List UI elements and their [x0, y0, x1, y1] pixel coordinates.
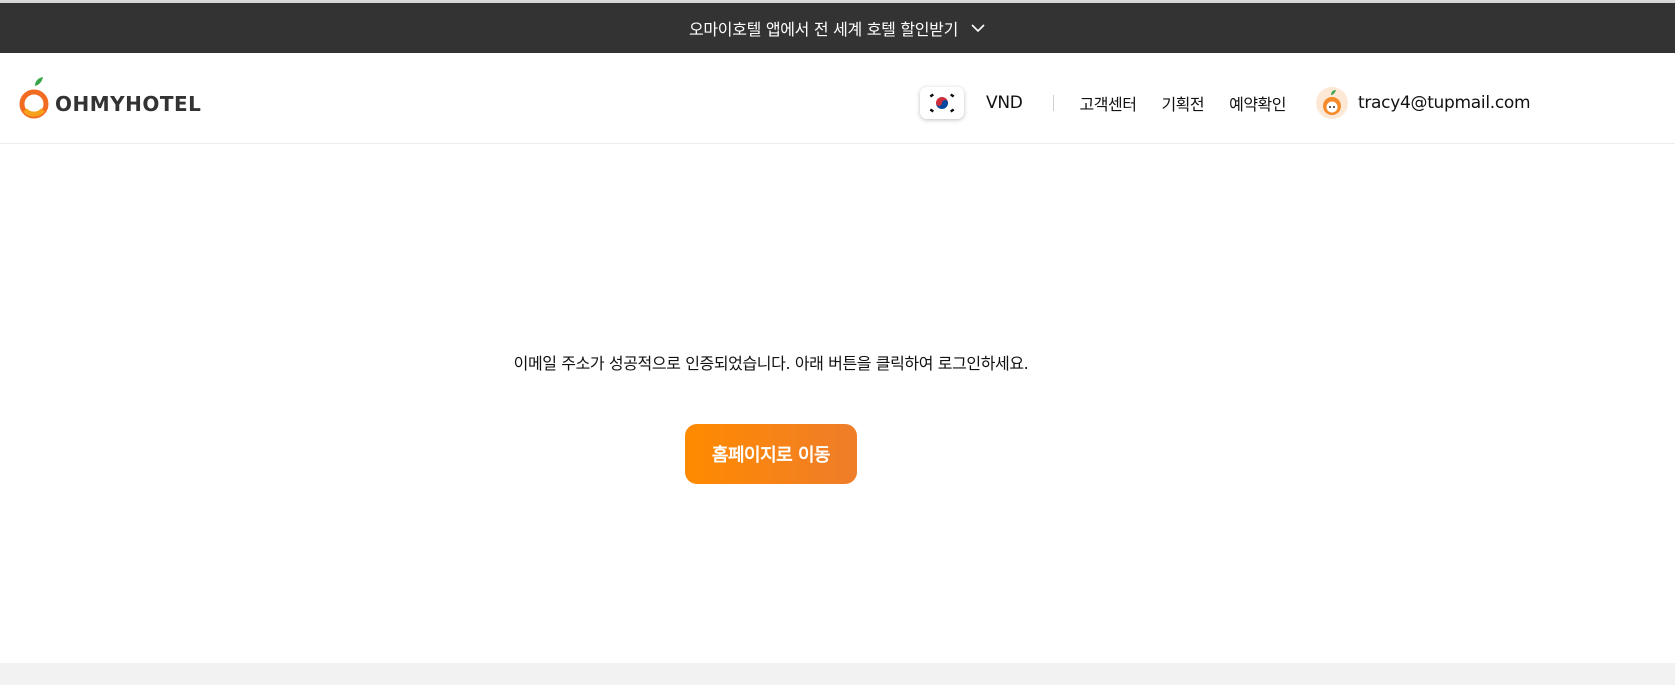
- nav-promotions[interactable]: 기획전: [1161, 91, 1204, 115]
- site-header: OHMYHOTEL VND 고객센터 기획전 예약확인 tracy4@tupma…: [0, 53, 1675, 144]
- verification-success-message: 이메일 주소가 성공적으로 인증되었습니다. 아래 버튼을 클릭하여 로그인하세…: [513, 354, 1029, 373]
- currency-selector[interactable]: VND: [986, 93, 1023, 113]
- ohmyhotel-logo[interactable]: OHMYHOTEL: [19, 77, 201, 121]
- nav-customer-center[interactable]: 고객센터: [1080, 91, 1137, 115]
- app-promo-banner[interactable]: 오마이호텔 앱에서 전 세계 호텔 할인받기: [0, 3, 1675, 53]
- chevron-down-icon[interactable]: [970, 20, 986, 36]
- footer-strip: [0, 663, 1675, 685]
- nav-booking-check[interactable]: 예약확인: [1229, 91, 1286, 115]
- korea-flag-icon[interactable]: [920, 87, 964, 119]
- logo-text: OHMYHOTEL: [55, 92, 202, 116]
- user-email[interactable]: tracy4@tupmail.com: [1358, 93, 1531, 113]
- user-avatar-icon[interactable]: [1316, 87, 1348, 119]
- go-to-homepage-button[interactable]: 홈페이지로 이동: [685, 424, 857, 484]
- nav-divider: [1052, 95, 1054, 111]
- orange-logo-icon: [19, 77, 53, 121]
- banner-text: 오마이호텔 앱에서 전 세계 호텔 할인받기: [688, 20, 959, 39]
- main-content: 이메일 주소가 성공적으로 인증되었습니다. 아래 버튼을 클릭하여 로그인하세…: [0, 145, 1675, 663]
- header-nav: VND 고객센터 기획전 예약확인 tracy4@tupmail.com: [920, 81, 1531, 125]
